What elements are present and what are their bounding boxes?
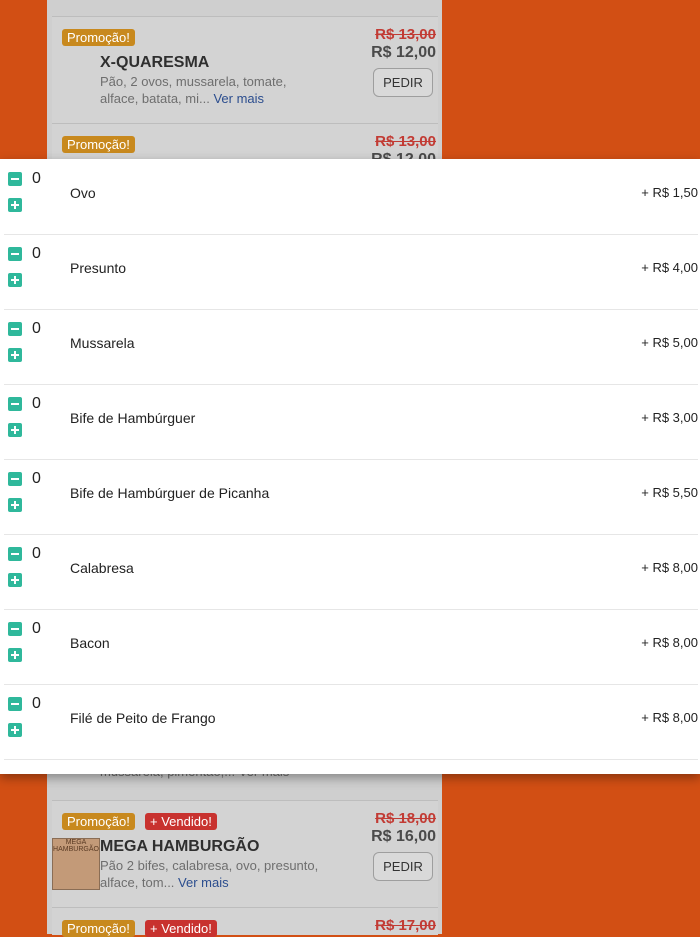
minus-icon[interactable] [8,547,22,561]
minus-icon[interactable] [8,622,22,636]
plus-icon[interactable] [8,198,22,212]
addon-name: Filé de Peito de Frango [70,710,216,726]
quantity-stepper: 0 [8,470,48,520]
plus-icon[interactable] [8,498,22,512]
addon-row: 0 Calabresa + R$ 8,00 [4,534,698,610]
addon-row: 0 Bife de Hambúrguer de Picanha + R$ 5,5… [4,459,698,535]
addon-name: Bife de Hambúrguer [70,410,196,426]
addon-name: Bacon [70,635,110,651]
price: R$ 16,00 [371,828,436,845]
addon-row: 0 Mussarela + R$ 5,00 [4,309,698,385]
minus-icon[interactable] [8,322,22,336]
product-description: Pão, 2 ovos, mussarela, tomate, alface, … [100,73,320,107]
minus-icon[interactable] [8,397,22,411]
minus-icon[interactable] [8,172,22,186]
addon-row: 0 Presunto + R$ 4,00 [4,234,698,310]
addon-name: Calabresa [70,560,134,576]
quantity-stepper: 0 [8,245,48,295]
plus-icon[interactable] [8,423,22,437]
promo-badge: Promoção! [62,813,135,830]
old-price: R$ 13,00 [375,26,436,43]
quantity-stepper: 0 [8,545,48,595]
addon-quantity: 0 [32,245,41,262]
plus-icon[interactable] [8,648,22,662]
see-more-link[interactable]: Ver mais [178,875,229,890]
addon-price: + R$ 8,00 [641,710,698,725]
addon-price: + R$ 1,50 [641,185,698,200]
addon-quantity: 0 [32,320,41,337]
product-card[interactable]: Promoção! R$ 13,00 R$ 12,00 [52,123,438,168]
addon-price: + R$ 8,00 [641,635,698,650]
addon-price: + R$ 3,00 [641,410,698,425]
minus-icon[interactable] [8,472,22,486]
addon-price: + R$ 8,00 [641,560,698,575]
addon-quantity: 0 [32,695,41,712]
addon-quantity: 0 [32,545,41,562]
quantity-stepper: 0 [8,395,48,445]
addon-price: + R$ 4,00 [641,260,698,275]
price: R$ 12,00 [371,44,436,61]
plus-icon[interactable] [8,573,22,587]
promo-badge: Promoção! [62,920,135,937]
quantity-stepper: 0 [8,170,48,220]
product-description: Pão 2 bifes, calabresa, ovo, presunto, a… [100,857,320,891]
old-price: R$ 18,00 [375,810,436,827]
addon-row: 0 Bife de Hambúrguer + R$ 3,00 [4,384,698,460]
plus-icon[interactable] [8,348,22,362]
quantity-stepper: 0 [8,320,48,370]
addon-name: Mussarela [70,335,135,351]
product-card[interactable]: Promoção! + Vendido! R$ 18,00 R$ 16,00 M… [52,800,438,907]
promo-badge: Promoção! [62,29,135,46]
addons-modal: 0 Ovo + R$ 1,50 0 Presunto + R$ 4,00 0 M… [0,159,700,774]
quantity-stepper: 0 [8,620,48,670]
addon-row: 0 Ovo + R$ 1,50 [4,159,698,235]
plus-icon[interactable] [8,723,22,737]
thumbnail-text: MEGA HAMBURGÃO [53,839,99,853]
best-seller-badge: + Vendido! [145,920,217,937]
addon-name: Bife de Hambúrguer de Picanha [70,485,270,501]
product-title: MEGA HAMBURGÃO [100,838,260,855]
order-button[interactable]: PEDIR [373,852,433,881]
minus-icon[interactable] [8,697,22,711]
best-seller-badge: + Vendido! [145,813,217,830]
promo-badge: Promoção! [62,136,135,153]
product-thumbnail[interactable]: MEGA HAMBURGÃO [52,838,100,890]
minus-icon[interactable] [8,247,22,261]
addon-quantity: 0 [32,170,41,187]
addon-row: 0 Bacon + R$ 8,00 [4,609,698,685]
product-title: X-QUARESMA [100,54,210,71]
addon-name: Ovo [70,185,96,201]
addon-price: + R$ 5,50 [641,485,698,500]
addon-quantity: 0 [32,620,41,637]
addon-price: + R$ 5,00 [641,335,698,350]
addon-name: Presunto [70,260,127,276]
addon-row: 0 Filé de Peito de Frango + R$ 8,00 [4,684,698,760]
old-price: R$ 17,00 [375,917,436,934]
order-button[interactable]: PEDIR [373,68,433,97]
addon-quantity: 0 [32,395,41,412]
addon-quantity: 0 [32,470,41,487]
old-price: R$ 13,00 [375,133,436,150]
product-card[interactable]: Promoção! R$ 13,00 R$ 12,00 X-QUARESMA P… [52,16,438,123]
plus-icon[interactable] [8,273,22,287]
see-more-link[interactable]: Ver mais [213,91,264,106]
quantity-stepper: 0 [8,695,48,745]
product-card[interactable]: Promoção! + Vendido! R$ 17,00 [52,907,438,937]
